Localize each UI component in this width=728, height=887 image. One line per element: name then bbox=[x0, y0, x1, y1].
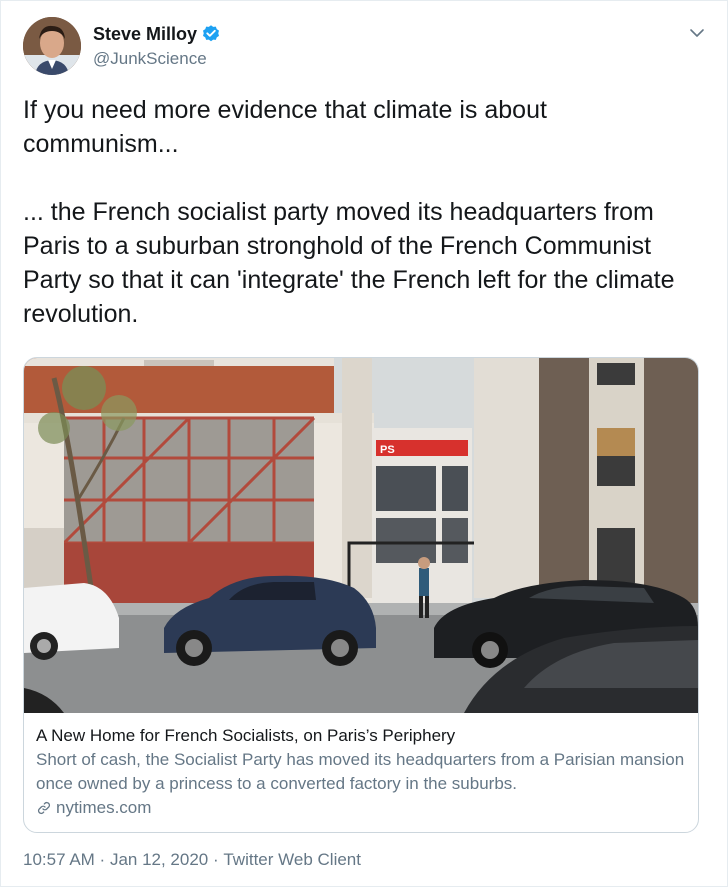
name-row: Steve Milloy bbox=[93, 24, 221, 45]
meta-separator: · bbox=[208, 850, 224, 869]
tweet-header: Steve Milloy @JunkScience bbox=[23, 15, 221, 77]
verified-badge-icon bbox=[203, 25, 220, 42]
link-card[interactable]: PS A New Home for French Socialists, on … bbox=[23, 357, 699, 833]
tweet-paragraph-1: If you need more evidence that climate i… bbox=[23, 96, 547, 158]
tweet-time[interactable]: 10:57 AM bbox=[23, 850, 95, 870]
ps-sign-text: PS bbox=[380, 444, 395, 456]
card-domain: nytimes.com bbox=[56, 798, 152, 817]
avatar-image bbox=[23, 17, 81, 75]
street-photo: PS bbox=[24, 358, 698, 713]
link-icon bbox=[37, 801, 51, 815]
tweet-paragraph-2: ... the French socialist party moved its… bbox=[23, 198, 675, 328]
card-body: A New Home for French Socialists, on Par… bbox=[24, 714, 698, 832]
meta-separator: · bbox=[94, 850, 110, 869]
user-handle[interactable]: @JunkScience bbox=[93, 49, 221, 69]
chevron-down-icon[interactable] bbox=[687, 23, 707, 43]
avatar[interactable] bbox=[23, 17, 81, 75]
card-image: PS bbox=[24, 358, 698, 713]
tweet-date[interactable]: Jan 12, 2020 bbox=[110, 850, 208, 870]
card-domain-row: nytimes.com bbox=[36, 796, 686, 820]
user-names: Steve Milloy @JunkScience bbox=[93, 24, 221, 69]
card-title: A New Home for French Socialists, on Par… bbox=[36, 726, 456, 745]
tweet-text: If you need more evidence that climate i… bbox=[23, 93, 707, 331]
tweet: Steve Milloy @JunkScience If you need mo… bbox=[0, 0, 728, 887]
card-description: Short of cash, the Socialist Party has m… bbox=[36, 750, 685, 793]
tweet-meta: 10:57 AM · Jan 12, 2020 · Twitter Web Cl… bbox=[23, 850, 361, 870]
display-name[interactable]: Steve Milloy bbox=[93, 24, 197, 45]
tweet-client[interactable]: Twitter Web Client bbox=[223, 850, 361, 870]
